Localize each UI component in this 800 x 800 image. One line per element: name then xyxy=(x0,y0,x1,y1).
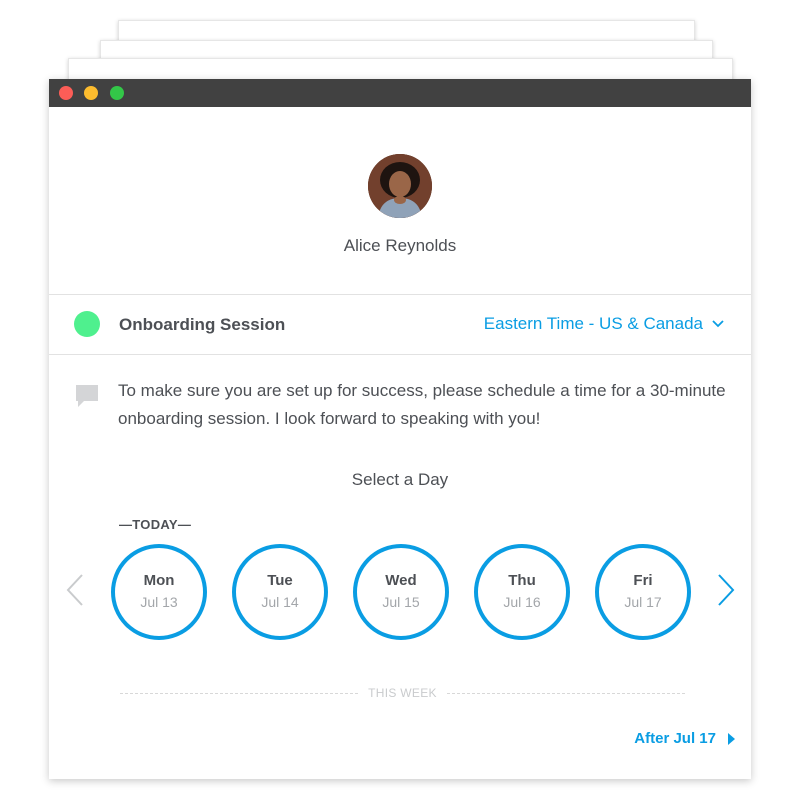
chevron-left-icon[interactable] xyxy=(63,572,87,608)
day-date: Jul 14 xyxy=(261,594,299,610)
next-week-link[interactable]: After Jul 17 xyxy=(634,730,735,747)
day-name: Thu xyxy=(508,572,536,589)
event-description: To make sure you are set up for success,… xyxy=(118,381,726,428)
maximize-dot-icon[interactable] xyxy=(110,86,124,100)
timezone-label: Eastern Time - US & Canada xyxy=(483,314,703,333)
day-picker: Mon Jul 13 Tue Jul 14 Wed Jul 15 Thu Jul… xyxy=(111,544,691,640)
chevron-right-icon[interactable] xyxy=(714,572,738,608)
day-date: Jul 15 xyxy=(382,594,420,610)
week-divider: THIS WEEK xyxy=(120,685,685,701)
day-name: Tue xyxy=(267,572,293,589)
browser-window: Alice Reynolds Onboarding Session Easter… xyxy=(49,79,751,779)
chevron-down-icon xyxy=(712,320,724,328)
triangle-right-icon xyxy=(728,732,735,745)
day-name: Fri xyxy=(633,572,653,589)
profile-header: Alice Reynolds xyxy=(49,107,751,295)
divider-line xyxy=(447,693,685,694)
day-button-fri[interactable]: Fri Jul 17 xyxy=(595,544,691,640)
speech-bubble-icon xyxy=(76,385,98,407)
day-name: Mon xyxy=(143,572,175,589)
select-day-heading: Select a Day xyxy=(351,470,449,489)
event-title: Onboarding Session xyxy=(119,315,286,334)
day-button-mon[interactable]: Mon Jul 13 xyxy=(111,544,207,640)
day-name: Wed xyxy=(385,572,417,589)
event-color-dot xyxy=(74,311,100,337)
window-titlebar xyxy=(49,79,751,107)
avatar xyxy=(368,154,432,218)
close-dot-icon[interactable] xyxy=(59,86,73,100)
next-week-label: After Jul 17 xyxy=(634,730,716,747)
today-label: —TODAY— xyxy=(119,517,192,532)
timezone-selector[interactable]: Eastern Time - US & Canada xyxy=(484,314,725,334)
day-date: Jul 17 xyxy=(624,594,662,610)
profile-name: Alice Reynolds xyxy=(343,236,457,255)
event-bar: Onboarding Session Eastern Time - US & C… xyxy=(49,295,751,355)
day-button-wed[interactable]: Wed Jul 15 xyxy=(353,544,449,640)
avatar-photo xyxy=(368,154,432,218)
day-button-thu[interactable]: Thu Jul 16 xyxy=(474,544,570,640)
day-date: Jul 16 xyxy=(503,594,541,610)
minimize-dot-icon[interactable] xyxy=(84,86,98,100)
day-date: Jul 13 xyxy=(140,594,178,610)
day-button-tue[interactable]: Tue Jul 14 xyxy=(232,544,328,640)
